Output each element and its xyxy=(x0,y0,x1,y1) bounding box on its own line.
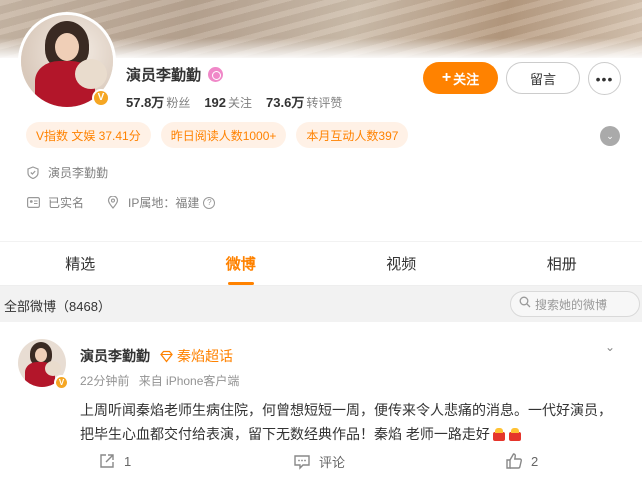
location-pin-icon xyxy=(106,196,120,210)
message-button[interactable]: 留言 xyxy=(506,62,580,94)
supertopic-link[interactable]: 秦焰超话 xyxy=(160,346,233,366)
search-icon xyxy=(519,295,531,313)
verified-info: 演员李勤勤 xyxy=(26,164,108,181)
plus-icon: + xyxy=(441,69,452,86)
all-posts-label[interactable]: 全部微博（8468） xyxy=(4,296,111,315)
profile-name-row: 演员李勤勤 xyxy=(126,64,224,85)
tag-v-index[interactable]: V指数 文娱 37.41分 xyxy=(26,122,151,148)
tag-daily-readers[interactable]: 昨日阅读人数1000+ xyxy=(160,122,287,148)
diamond-icon xyxy=(160,350,173,363)
post-time[interactable]: 22分钟前 xyxy=(80,374,129,388)
profile-stats: 57.8万 粉丝 192 关注 73.6万 转评赞 xyxy=(126,92,356,111)
post-menu-chevron-icon[interactable]: ⌄ xyxy=(605,340,615,354)
post-text: 上周听闻秦焰老师生病住院，何曾想短短一周，便传来令人悲痛的消息。一代好演员，把毕… xyxy=(80,402,612,442)
post-actions: 1 评论 2 xyxy=(0,452,642,476)
verified-badge-icon: V xyxy=(92,89,110,107)
tab-weibo[interactable]: 微博 xyxy=(161,242,322,285)
more-options-button[interactable]: ••• xyxy=(588,62,621,95)
post-search-input[interactable]: 搜索她的微博 xyxy=(510,291,640,317)
tab-video[interactable]: 视频 xyxy=(321,242,482,285)
comment-button[interactable]: 评论 xyxy=(293,452,345,471)
profile-tabs: 精选 微博 视频 相册 xyxy=(0,242,642,286)
tag-monthly-interactions[interactable]: 本月互动人数397 xyxy=(296,122,409,148)
thumbs-up-icon xyxy=(506,453,522,469)
repost-icon xyxy=(100,454,114,468)
repost-button[interactable]: 1 xyxy=(98,452,131,470)
engagement-label: 转评赞 xyxy=(306,96,343,110)
shield-icon xyxy=(26,166,40,180)
gift-emoji-icon xyxy=(492,428,506,441)
real-name-text: 已实名 xyxy=(48,196,85,210)
ip-location-text: IP属地：福建 xyxy=(128,196,200,210)
post-meta: 22分钟前 来自 iPhone客户端 xyxy=(80,372,239,389)
user-rank-icon[interactable] xyxy=(208,67,224,82)
profile-name: 演员李勤勤 xyxy=(126,67,202,84)
identity-info: 已实名 IP属地：福建 ? xyxy=(26,194,216,211)
repost-count: 1 xyxy=(124,453,132,469)
comment-icon xyxy=(294,454,310,470)
profile-card: V 演员李勤勤 57.8万 粉丝 192 关注 73.6万 转评赞 + 关注 留… xyxy=(0,0,642,241)
following-label[interactable]: 关注 xyxy=(228,94,252,111)
expand-profile-icon[interactable]: ⌄ xyxy=(600,126,620,146)
like-count: 2 xyxy=(531,453,539,469)
post-content: 上周听闻秦焰老师生病住院，何曾想短短一周，便传来令人悲痛的消息。一代好演员，把毕… xyxy=(80,398,620,446)
post-source: 来自 iPhone客户端 xyxy=(138,374,240,388)
follow-button-label: 关注 xyxy=(453,71,480,87)
followers-count[interactable]: 57.8万 xyxy=(126,92,164,111)
following-count[interactable]: 192 xyxy=(204,95,226,110)
verified-text: 演员李勤勤 xyxy=(48,166,109,180)
post-author-name[interactable]: 演员李勤勤 xyxy=(80,346,150,366)
engagement-count: 73.6万 xyxy=(266,95,305,110)
comment-label: 评论 xyxy=(319,455,346,470)
profile-tags: V指数 文娱 37.41分 昨日阅读人数1000+ 本月互动人数397 xyxy=(26,122,409,148)
tab-featured[interactable]: 精选 xyxy=(0,242,161,285)
id-card-icon xyxy=(26,196,40,210)
supertopic-label: 秦焰超话 xyxy=(177,348,233,364)
tab-album[interactable]: 相册 xyxy=(482,242,642,285)
followers-label[interactable]: 粉丝 xyxy=(166,94,190,111)
follow-button[interactable]: + 关注 xyxy=(423,62,498,94)
like-button[interactable]: 2 xyxy=(505,452,538,470)
gift-emoji-icon xyxy=(508,428,522,441)
help-icon[interactable]: ? xyxy=(203,196,216,209)
verified-badge-icon: V xyxy=(54,375,69,390)
search-placeholder: 搜索她的微博 xyxy=(535,297,608,312)
post-card: V 演员李勤勤 秦焰超话 ⌄ 22分钟前 来自 iPhone客户端 上周听闻秦焰… xyxy=(0,322,642,491)
feed-filter-bar: 全部微博（8468） 搜索她的微博 xyxy=(0,287,642,321)
